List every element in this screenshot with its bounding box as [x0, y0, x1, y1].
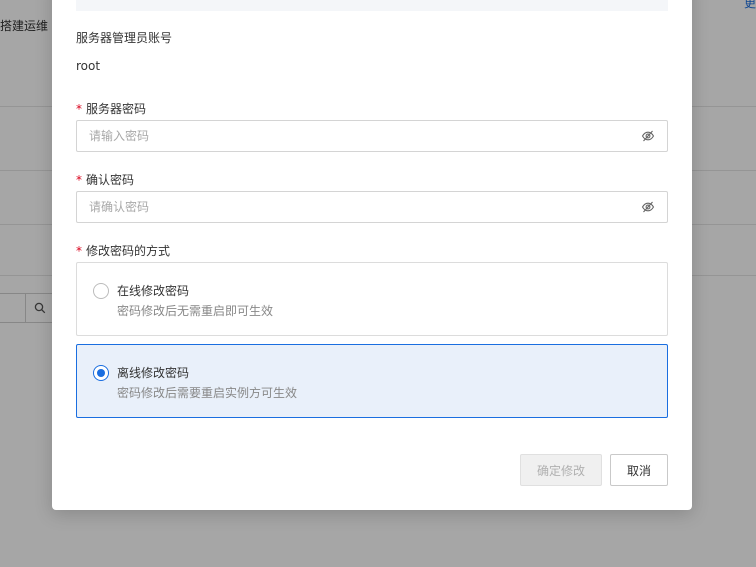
- required-mark: *: [76, 102, 82, 116]
- change-password-dialog: 服务器管理员账号 root * 服务器密码 * 确认密码 * 修改密码的方式 在线修改…: [52, 0, 692, 510]
- admin-account-label: 服务器管理员账号: [76, 31, 173, 45]
- option-title: 离线修改密码: [117, 366, 190, 380]
- confirm-password-field: [76, 191, 668, 223]
- confirm-button[interactable]: 确定修改: [520, 454, 602, 486]
- password-field: [76, 120, 668, 152]
- eye-off-icon[interactable]: [641, 129, 655, 143]
- confirm-password-label-text: 确认密码: [86, 173, 135, 187]
- option-offline[interactable]: 离线修改密码 密码修改后需要重启实例方可生效: [76, 344, 668, 418]
- confirm-password-label: * 确认密码: [76, 171, 134, 188]
- method-label-text: 修改密码的方式: [86, 244, 171, 258]
- required-mark: *: [76, 244, 82, 258]
- option-description: 密码修改后无需重启即可生效: [117, 304, 274, 318]
- option-online[interactable]: 在线修改密码 密码修改后无需重启即可生效: [76, 262, 668, 336]
- confirm-password-input[interactable]: [77, 192, 617, 222]
- method-label: * 修改密码的方式: [76, 242, 170, 259]
- required-mark: *: [76, 173, 82, 187]
- radio-offline[interactable]: [93, 365, 109, 381]
- dialog-info-strip: [76, 0, 668, 11]
- radio-online[interactable]: [93, 283, 109, 299]
- radio-selected-dot: [97, 369, 105, 377]
- password-label-text: 服务器密码: [86, 102, 147, 116]
- password-input[interactable]: [77, 121, 617, 151]
- cancel-button[interactable]: 取消: [610, 454, 668, 486]
- admin-account-value: root: [76, 59, 101, 73]
- option-title: 在线修改密码: [117, 284, 190, 298]
- option-description: 密码修改后需要重启实例方可生效: [117, 386, 298, 400]
- eye-off-icon[interactable]: [641, 200, 655, 214]
- password-label: * 服务器密码: [76, 100, 146, 117]
